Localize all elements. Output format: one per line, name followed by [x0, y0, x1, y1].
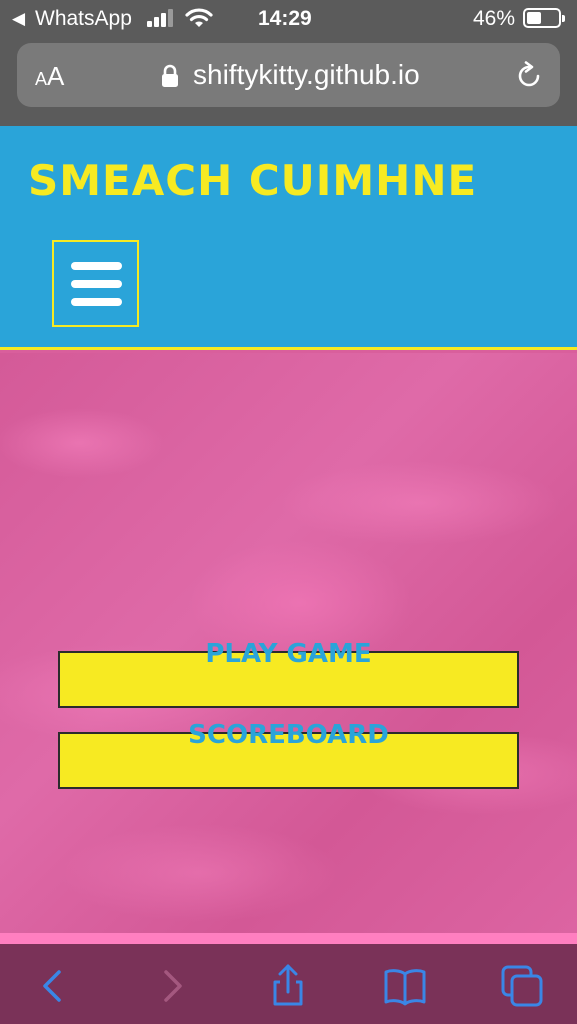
scoreboard-label[interactable]: SCOREBOARD [0, 720, 577, 750]
menu-list: PLAY GAME SCOREBOARD [0, 353, 577, 933]
play-game-label[interactable]: PLAY GAME [0, 639, 577, 669]
bookmarks-icon[interactable] [383, 964, 427, 1008]
back-to-app-label[interactable]: WhatsApp [35, 6, 132, 32]
share-icon[interactable] [266, 964, 310, 1008]
hamburger-icon-bar [71, 280, 122, 288]
back-to-app-icon[interactable]: ◀ [12, 9, 25, 29]
forward-arrow-icon[interactable] [150, 964, 194, 1008]
back-arrow-icon[interactable] [31, 964, 75, 1008]
hamburger-menu-button[interactable] [52, 240, 139, 327]
reader-aa-button[interactable]: AA [35, 61, 64, 94]
battery-icon [523, 8, 565, 28]
footer-strip [0, 933, 577, 944]
browser-toolbar [0, 944, 577, 1024]
url-text[interactable]: shiftykitty.github.io [193, 58, 420, 92]
status-bar: ◀ WhatsApp 14:29 46% [0, 0, 577, 38]
browser-top-chrome: ◀ WhatsApp 14:29 46% AA shiftykitty.gith… [0, 0, 577, 126]
hamburger-icon [71, 262, 122, 270]
wifi-icon [185, 8, 213, 27]
address-bar[interactable]: AA shiftykitty.github.io [17, 43, 560, 107]
battery-percent: 46% [473, 7, 516, 30]
site-title[interactable]: SMEACH CUIMHNE [28, 158, 477, 204]
main-menu-area: PLAY GAME SCOREBOARD [0, 353, 577, 933]
tabs-icon[interactable] [500, 964, 544, 1008]
clock: 14:29 [258, 7, 312, 30]
site-header: SMEACH CUIMHNE [0, 126, 577, 350]
lock-icon [162, 64, 178, 87]
cellular-signal-icon [147, 9, 179, 27]
battery-level [527, 12, 541, 24]
hamburger-icon-bar [71, 298, 122, 306]
reload-icon[interactable] [514, 61, 544, 91]
